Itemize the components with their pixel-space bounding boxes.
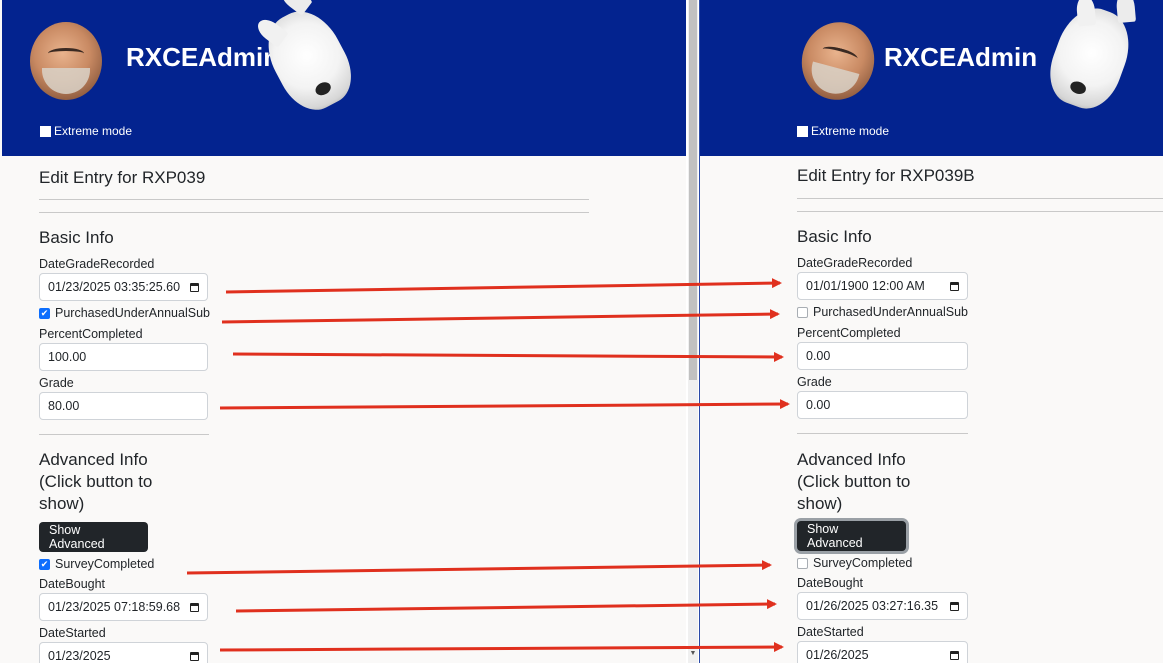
- grade-label: Grade: [797, 375, 832, 389]
- brand-title: RXCEAdmin: [884, 42, 1038, 72]
- date-bought-value: 01/26/2025 03:27:16.35: [806, 599, 939, 613]
- checkbox-checked-icon[interactable]: ✔: [39, 558, 50, 570]
- date-bought-input[interactable]: 01/23/2025 07:18:59.68: [39, 593, 208, 621]
- basic-info-heading: Basic Info: [797, 227, 872, 246]
- purchased-under-annual-sub-checkbox[interactable]: PurchasedUnderAnnualSub: [797, 305, 968, 319]
- scroll-down-arrow-icon[interactable]: ▼: [689, 650, 697, 657]
- survey-completed-checkbox[interactable]: SurveyCompleted: [797, 556, 912, 570]
- basic-info-heading: Basic Info: [39, 228, 114, 247]
- advanced-divider: [797, 433, 968, 434]
- date-started-label: DateStarted: [39, 626, 106, 640]
- advanced-info-heading: Advanced Info (Click button to show): [39, 449, 152, 515]
- right-pane: RXCEAdmin Extreme mode Edit Entry for RX…: [700, 0, 1163, 663]
- date-started-label: DateStarted: [797, 625, 864, 639]
- date-started-input[interactable]: 01/23/2025: [39, 642, 208, 663]
- page-title: Edit Entry for RXP039: [39, 168, 206, 187]
- advanced-info-heading-line3: show): [797, 494, 843, 513]
- title-divider: [39, 199, 589, 200]
- advanced-divider: [39, 434, 209, 435]
- date-bought-value: 01/23/2025 07:18:59.68: [48, 600, 181, 614]
- checkbox-unchecked-icon[interactable]: [797, 306, 808, 318]
- date-grade-recorded-input[interactable]: 01/23/2025 03:35:25.60: [39, 273, 208, 301]
- date-bought-input[interactable]: 01/26/2025 03:27:16.35: [797, 592, 968, 620]
- advanced-info-heading: Advanced Info (Click button to show): [797, 449, 910, 515]
- date-started-value: 01/26/2025: [806, 648, 869, 662]
- date-grade-recorded-value: 01/01/1900 12:00 AM: [806, 279, 925, 293]
- survey-completed-label: SurveyCompleted: [55, 557, 155, 571]
- grade-input[interactable]: 80.00: [39, 392, 208, 420]
- percent-completed-input[interactable]: 100.00: [39, 343, 208, 371]
- survey-completed-label: SurveyCompleted: [813, 556, 913, 570]
- purchased-under-annual-sub-label: PurchasedUnderAnnualSub: [55, 306, 210, 320]
- calendar-icon[interactable]: [950, 281, 959, 291]
- dog-image: [1040, 0, 1140, 117]
- extreme-mode-toggle[interactable]: Extreme mode: [797, 124, 889, 138]
- date-bought-label: DateBought: [797, 576, 864, 590]
- calendar-icon[interactable]: [950, 650, 959, 660]
- grade-input[interactable]: 0.00: [797, 391, 968, 419]
- date-grade-recorded-input[interactable]: 01/01/1900 12:00 AM: [797, 272, 968, 300]
- dog-image: [254, 0, 364, 121]
- edit-form: Edit Entry for RXP039B Basic Info DateGr…: [700, 156, 1163, 663]
- show-advanced-button[interactable]: Show Advanced: [797, 521, 906, 551]
- section-divider: [39, 212, 589, 213]
- admin-avatar: [793, 14, 883, 108]
- percent-completed-value: 100.00: [48, 350, 87, 364]
- grade-label: Grade: [39, 376, 74, 390]
- extreme-mode-checkbox[interactable]: [797, 125, 808, 137]
- header: RXCEAdmin Extreme mode: [2, 0, 686, 156]
- grade-value: 80.00: [48, 399, 80, 413]
- admin-avatar: [30, 22, 102, 100]
- calendar-icon[interactable]: [190, 602, 199, 612]
- section-divider: [797, 211, 1163, 212]
- calendar-icon[interactable]: [190, 282, 199, 292]
- advanced-info-heading-line2: (Click button to: [39, 472, 153, 491]
- scrollbar-thumb[interactable]: [689, 0, 697, 380]
- extreme-mode-label: Extreme mode: [811, 124, 890, 138]
- checkbox-checked-icon[interactable]: ✔: [39, 307, 50, 319]
- title-divider: [797, 198, 1163, 199]
- date-grade-recorded-label: DateGradeRecorded: [39, 257, 155, 271]
- extreme-mode-toggle[interactable]: Extreme mode: [40, 124, 132, 138]
- calendar-icon[interactable]: [190, 651, 199, 661]
- date-grade-recorded-value: 01/23/2025 03:35:25.60: [48, 280, 181, 294]
- date-bought-label: DateBought: [39, 577, 106, 591]
- brand-title: RXCEAdmin: [126, 42, 280, 72]
- page-title: Edit Entry for RXP039B: [797, 166, 975, 185]
- advanced-info-heading-line1: Advanced Info: [797, 450, 906, 469]
- advanced-info-heading-line1: Advanced Info: [39, 450, 148, 469]
- left-pane: RXCEAdmin Extreme mode Edit Entry for RX…: [0, 0, 686, 663]
- survey-completed-checkbox[interactable]: ✔ SurveyCompleted: [39, 557, 154, 571]
- percent-completed-label: PercentCompleted: [797, 326, 901, 340]
- date-grade-recorded-label: DateGradeRecorded: [797, 256, 913, 270]
- percent-completed-value: 0.00: [806, 349, 831, 363]
- date-started-value: 01/23/2025: [48, 649, 111, 663]
- date-started-input[interactable]: 01/26/2025: [797, 641, 968, 663]
- show-advanced-button[interactable]: Show Advanced: [39, 522, 148, 552]
- extreme-mode-label: Extreme mode: [54, 124, 133, 138]
- advanced-info-heading-line2: (Click button to: [797, 472, 911, 491]
- header: RXCEAdmin Extreme mode: [700, 0, 1163, 156]
- edit-form: Edit Entry for RXP039 Basic Info DateGra…: [0, 156, 686, 663]
- grade-value: 0.00: [806, 398, 831, 412]
- extreme-mode-checkbox[interactable]: [40, 125, 51, 137]
- purchased-under-annual-sub-label: PurchasedUnderAnnualSub: [813, 305, 968, 319]
- percent-completed-label: PercentCompleted: [39, 327, 143, 341]
- advanced-info-heading-line3: show): [39, 494, 85, 513]
- checkbox-unchecked-icon[interactable]: [797, 557, 808, 569]
- purchased-under-annual-sub-checkbox[interactable]: ✔ PurchasedUnderAnnualSub: [39, 306, 210, 320]
- calendar-icon[interactable]: [950, 601, 959, 611]
- percent-completed-input[interactable]: 0.00: [797, 342, 968, 370]
